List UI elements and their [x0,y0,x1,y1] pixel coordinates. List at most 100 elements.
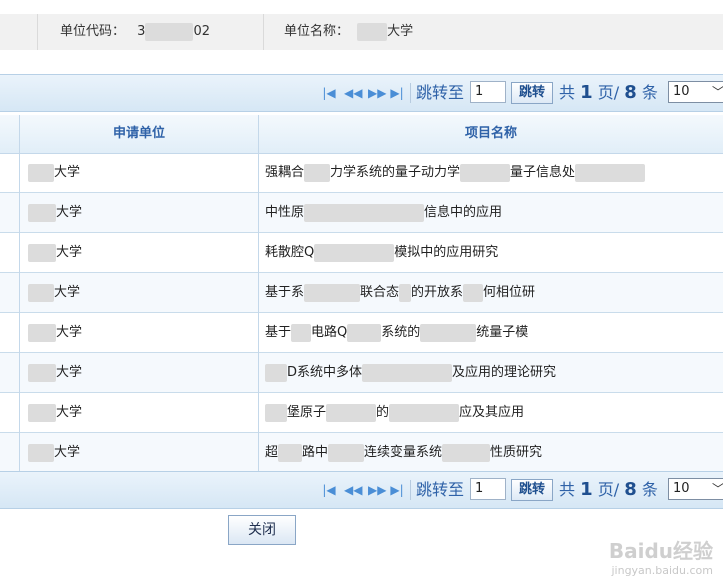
redacted-block [357,22,388,41]
column-header-project[interactable]: 项目名称 [259,115,723,153]
project-cell: D系统中多体 及应用的理论研究 [265,353,715,392]
first-page-icon[interactable]: |◀ [322,482,336,498]
unit-cell: 大学 [28,313,248,352]
project-text: 信息中的应用 [424,205,503,220]
unit-cell: 大学 [28,153,248,192]
redacted-block [145,22,194,41]
redacted-block [291,323,312,342]
column-divider [19,115,20,472]
page-size-value: 10 [673,84,690,99]
pager-total: 共 1 页/ 8 条 [559,472,658,508]
unit-code-value-prefix: 3 [137,24,146,39]
redacted-block [28,243,56,262]
unit-cell: 大学 [28,193,248,232]
record-unit: 条 [641,480,658,499]
redacted-block [326,403,377,422]
watermark-url: jingyan.baidu.com [611,564,713,577]
project-text: 强耦合 [265,165,305,180]
unit-text: 大学 [56,365,83,380]
project-text: 连续变量系统 [364,445,443,460]
redacted-block [28,323,56,342]
project-cell: 基于 电路Q 系统的 统量子模 [265,313,715,352]
project-cell: 强耦合 力学系统的量子动力学 量子信息处 [265,153,715,192]
next-page-icon[interactable]: ▶▶ [368,85,386,101]
first-page-icon[interactable]: |◀ [322,85,336,101]
total-records: 8 [624,479,637,500]
redacted-block [399,283,412,302]
redacted-block [328,443,365,462]
table-row[interactable]: 大学 耗散腔Q 模拟中的应用研究 [0,233,723,273]
unit-text: 大学 [56,325,83,340]
redacted-block [362,363,453,382]
project-text: 联合态 [360,285,400,300]
unit-code-field: 单位代码： 3 02 [60,14,210,50]
jump-button[interactable]: 跳转 [511,479,553,501]
project-text: 路中 [302,445,329,460]
column-header-unit[interactable]: 申请单位 [20,115,258,153]
unit-cell: 大学 [28,233,248,272]
table-row[interactable]: 大学 强耦合 力学系统的量子动力学 量子信息处 [0,153,723,193]
project-text: 及应用的理论研究 [452,365,557,380]
next-page-icon[interactable]: ▶▶ [368,482,386,498]
total-pages: 1 [580,82,593,103]
redacted-block [304,203,425,222]
total-prefix: 共 [559,480,576,499]
page-number-input[interactable]: 1 [470,478,506,500]
table-row[interactable]: 大学 D系统中多体 及应用的理论研究 [0,353,723,393]
project-text: 电路Q [311,325,348,340]
redacted-block [265,403,287,422]
page-size-select[interactable]: 10 ﹀ [668,81,723,103]
unit-cell: 大学 [28,433,248,472]
unit-text: 大学 [56,205,83,220]
redacted-block [304,283,361,302]
prev-page-icon[interactable]: ◀◀ [344,482,362,498]
prev-page-icon[interactable]: ◀◀ [344,85,362,101]
project-text: 堡原子 [287,405,327,420]
redacted-block [463,283,484,302]
unit-text: 大学 [56,245,83,260]
page-unit: 页/ [597,83,620,102]
chevron-down-icon: ﹀ [711,482,723,496]
info-divider [37,14,38,50]
redacted-block [347,323,382,342]
unit-name-label: 单位名称： [284,24,350,39]
page-number-input[interactable]: 1 [470,81,506,103]
table-row[interactable]: 大学 中性原 信息中的应用 [0,193,723,233]
table-row[interactable]: 大学 基于系 联合态 的开放系 何相位研 [0,273,723,313]
table-row[interactable]: 大学 超 路中 连续变量系统 性质研究 [0,433,723,473]
redacted-block [28,443,54,462]
unit-text: 大学 [54,445,81,460]
watermark-brand: Baidu经验 [608,539,713,563]
jump-label: 跳转至 [416,480,465,499]
redacted-block [420,323,477,342]
table-row[interactable]: 大学 基于 电路Q 系统的 统量子模 [0,313,723,353]
table-row[interactable]: 大学 堡原子 的 应及其应用 [0,393,723,433]
close-button[interactable]: 关闭 [228,515,296,545]
project-text: 何相位研 [483,285,536,300]
project-cell: 堡原子 的 应及其应用 [265,393,715,432]
project-cell: 超 路中 连续变量系统 性质研究 [265,433,715,472]
project-text: 系统的 [381,325,421,340]
project-cell: 耗散腔Q 模拟中的应用研究 [265,233,715,272]
unit-name-value-suffix: 大学 [387,24,414,39]
project-text: 超 [265,445,279,460]
unit-cell: 大学 [28,353,248,392]
unit-info-bar: 单位代码： 3 02 单位名称： 大学 [0,14,723,50]
project-text: 模拟中的应用研究 [394,245,499,260]
project-text: 的开放系 [411,285,464,300]
last-page-icon[interactable]: ▶| [390,85,404,101]
redacted-block [265,363,287,382]
last-page-icon[interactable]: ▶| [390,482,404,498]
jump-button[interactable]: 跳转 [511,82,553,104]
redacted-block [278,443,303,462]
project-text: D系统中多体 [287,365,363,380]
unit-text: 大学 [54,165,81,180]
pager-total: 共 1 页/ 8 条 [559,75,658,111]
project-cell: 中性原 信息中的应用 [265,193,715,232]
unit-code-label: 单位代码： [60,24,126,39]
page-size-select[interactable]: 10 ﹀ [668,478,723,500]
unit-text: 大学 [54,285,81,300]
top-pager: |◀ ◀◀ ▶▶ ▶| 跳转至 1 跳转 共 1 页/ 8 条 10 ﹀ [0,74,723,112]
column-divider [258,115,259,472]
project-text: 的 [376,405,390,420]
